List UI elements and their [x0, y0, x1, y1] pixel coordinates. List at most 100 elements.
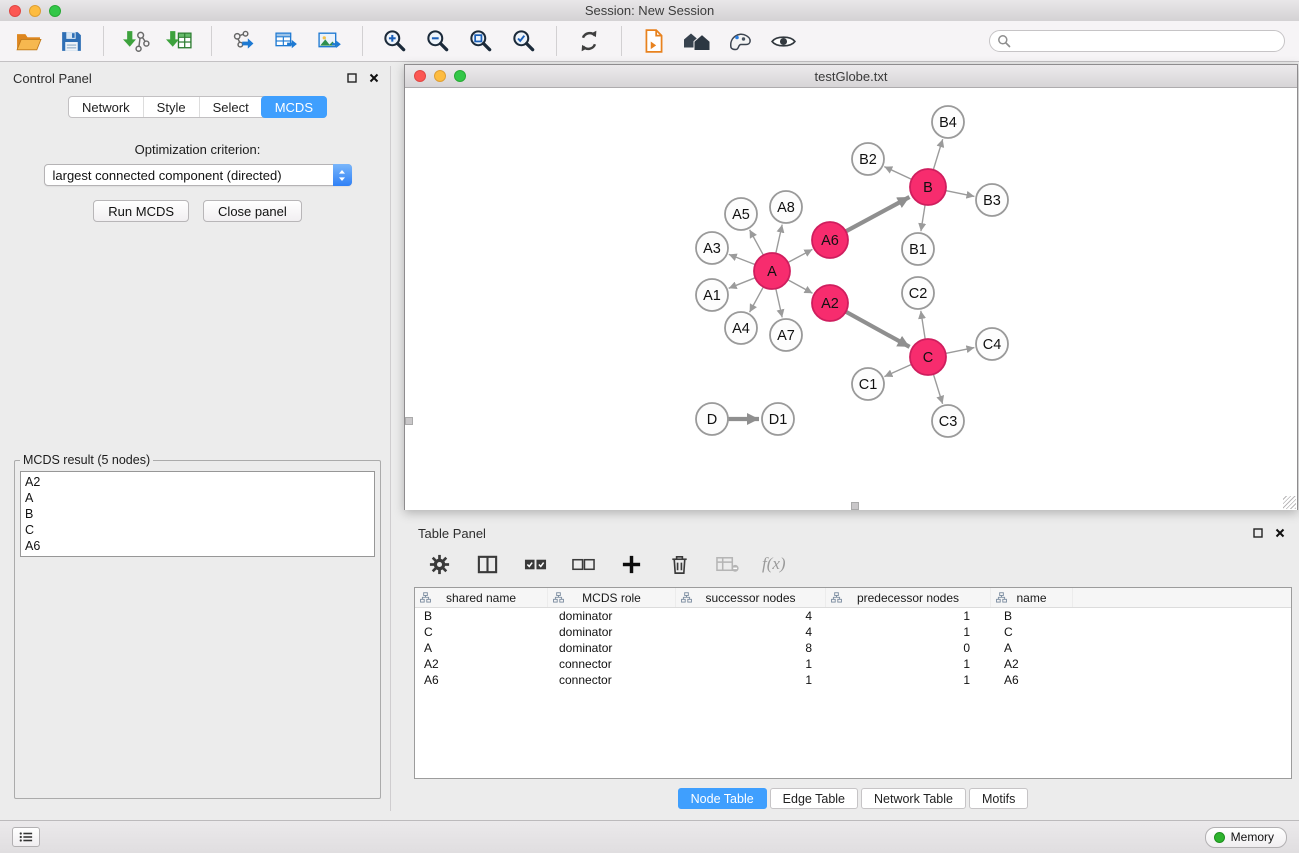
deselect-all-columns-icon[interactable] — [570, 551, 596, 577]
tab-edge-table[interactable]: Edge Table — [770, 788, 858, 809]
graph-node-A8[interactable]: A8 — [770, 191, 802, 223]
column-header-mcds-role[interactable]: MCDS role — [548, 588, 676, 607]
graph-edge-C-C2[interactable] — [921, 311, 925, 339]
close-panel-icon[interactable] — [366, 70, 382, 86]
graph-node-B4[interactable]: B4 — [932, 106, 964, 138]
graph-node-B[interactable]: B — [910, 169, 946, 205]
show-columns-icon[interactable] — [474, 551, 500, 577]
save-session-icon[interactable] — [57, 27, 85, 55]
graph-node-A2[interactable]: A2 — [812, 285, 848, 321]
graph-edge-B-B3[interactable] — [946, 191, 975, 197]
show-panels-button[interactable] — [12, 827, 40, 847]
graph-node-B3[interactable]: B3 — [976, 184, 1008, 216]
apply-layout-refresh-icon[interactable] — [575, 27, 603, 55]
left-scroll-stub[interactable] — [405, 417, 413, 425]
tab-style[interactable]: Style — [143, 97, 199, 117]
resize-grip-icon[interactable] — [1283, 496, 1296, 509]
zoom-fit-content-icon[interactable] — [467, 27, 495, 55]
export-table-icon[interactable] — [273, 27, 301, 55]
graph-node-A6[interactable]: A6 — [812, 222, 848, 258]
graph-node-A7[interactable]: A7 — [770, 319, 802, 351]
float-panel-icon[interactable] — [344, 70, 360, 86]
graph-edge-A-A6[interactable] — [788, 249, 813, 262]
graph-edge-C-C1[interactable] — [884, 364, 911, 376]
search-input[interactable] — [989, 30, 1285, 52]
add-column-plus-icon[interactable] — [618, 551, 644, 577]
tab-motifs[interactable]: Motifs — [969, 788, 1028, 809]
table-row[interactable]: A dominator 8 0 A — [415, 640, 1291, 656]
close-panel-button[interactable]: Close panel — [203, 200, 302, 222]
show-hide-graphics-eye-icon[interactable] — [769, 27, 797, 55]
graph-node-C4[interactable]: C4 — [976, 328, 1008, 360]
network-window-titlebar[interactable]: testGlobe.txt — [405, 65, 1297, 88]
graph-node-A3[interactable]: A3 — [696, 232, 728, 264]
graph-edge-B-B1[interactable] — [921, 205, 925, 231]
mcds-result-item[interactable]: C — [25, 522, 370, 538]
graph-node-B1[interactable]: B1 — [902, 233, 934, 265]
close-window-button[interactable] — [9, 5, 21, 17]
select-all-columns-icon[interactable] — [522, 551, 548, 577]
graph-edge-A2-C[interactable] — [846, 312, 910, 347]
import-table-from-file-icon[interactable] — [165, 27, 193, 55]
tab-select[interactable]: Select — [199, 97, 262, 117]
minimize-window-button[interactable] — [29, 5, 41, 17]
graph-edge-A-A2[interactable] — [788, 280, 813, 294]
tab-network[interactable]: Network — [69, 97, 143, 117]
graph-node-A4[interactable]: A4 — [725, 312, 757, 344]
network-file-icon[interactable] — [640, 27, 668, 55]
open-file-icon[interactable] — [14, 27, 42, 55]
graph-edge-A-A7[interactable] — [776, 289, 782, 318]
graph-edge-A-A5[interactable] — [750, 230, 764, 255]
table-row[interactable]: B dominator 4 1 B — [415, 608, 1291, 624]
export-network-icon[interactable] — [230, 27, 258, 55]
graph-edge-A-A3[interactable] — [729, 254, 755, 264]
graph-node-B2[interactable]: B2 — [852, 143, 884, 175]
graph-edge-B-B4[interactable] — [933, 139, 942, 170]
zoom-out-icon[interactable] — [424, 27, 452, 55]
tab-node-table[interactable]: Node Table — [678, 788, 767, 809]
network-canvas-area[interactable]: AA6A2BCA1A3A4A5A7A8B1B2B3B4C1C2C3C4DD1 — [405, 88, 1297, 510]
mcds-result-list[interactable]: A2 A B C A6 — [20, 471, 375, 557]
table-row[interactable]: A6 connector 1 1 A6 — [415, 672, 1291, 688]
graph-edge-A6-B[interactable] — [846, 197, 910, 231]
zoom-network-window-button[interactable] — [454, 70, 466, 82]
graph-node-A5[interactable]: A5 — [725, 198, 757, 230]
column-header-successor-nodes[interactable]: successor nodes — [676, 588, 826, 607]
graph-edge-C-C3[interactable] — [933, 374, 942, 404]
graph-node-A1[interactable]: A1 — [696, 279, 728, 311]
home-icon[interactable] — [683, 27, 711, 55]
column-header-predecessor-nodes[interactable]: predecessor nodes — [826, 588, 991, 607]
style-palette-icon[interactable] — [726, 27, 754, 55]
graph-node-C[interactable]: C — [910, 339, 946, 375]
graph-node-A[interactable]: A — [754, 253, 790, 289]
close-table-panel-icon[interactable] — [1272, 525, 1288, 541]
graph-node-D1[interactable]: D1 — [762, 403, 794, 435]
graph-edge-A-A1[interactable] — [729, 278, 756, 289]
zoom-window-button[interactable] — [49, 5, 61, 17]
tab-network-table[interactable]: Network Table — [861, 788, 966, 809]
mcds-result-item[interactable]: A2 — [25, 474, 370, 490]
minimize-network-window-button[interactable] — [434, 70, 446, 82]
tab-mcds[interactable]: MCDS — [261, 96, 327, 118]
graph-node-D[interactable]: D — [696, 403, 728, 435]
zoom-selected-icon[interactable] — [510, 27, 538, 55]
float-table-panel-icon[interactable] — [1250, 525, 1266, 541]
bottom-scroll-stub[interactable] — [851, 502, 859, 510]
import-network-from-file-icon[interactable] — [122, 27, 150, 55]
delete-column-trash-icon[interactable] — [666, 551, 692, 577]
mcds-result-item[interactable]: B — [25, 506, 370, 522]
zoom-in-icon[interactable] — [381, 27, 409, 55]
network-canvas[interactable]: AA6A2BCA1A3A4A5A7A8B1B2B3B4C1C2C3C4DD1 — [405, 88, 1297, 510]
graph-edge-C-C4[interactable] — [946, 348, 975, 354]
optimization-criterion-select[interactable]: largest connected component (directed) — [44, 164, 352, 186]
close-network-window-button[interactable] — [414, 70, 426, 82]
column-header-name[interactable]: name — [991, 588, 1073, 607]
graph-node-C2[interactable]: C2 — [902, 277, 934, 309]
table-settings-gear-icon[interactable] — [426, 551, 452, 577]
graph-edge-A-A4[interactable] — [750, 287, 764, 312]
mcds-result-item[interactable]: A6 — [25, 538, 370, 554]
graph-node-C1[interactable]: C1 — [852, 368, 884, 400]
table-row[interactable]: A2 connector 1 1 A2 — [415, 656, 1291, 672]
graph-edge-A-A8[interactable] — [776, 225, 782, 254]
column-header-shared-name[interactable]: shared name — [415, 588, 548, 607]
